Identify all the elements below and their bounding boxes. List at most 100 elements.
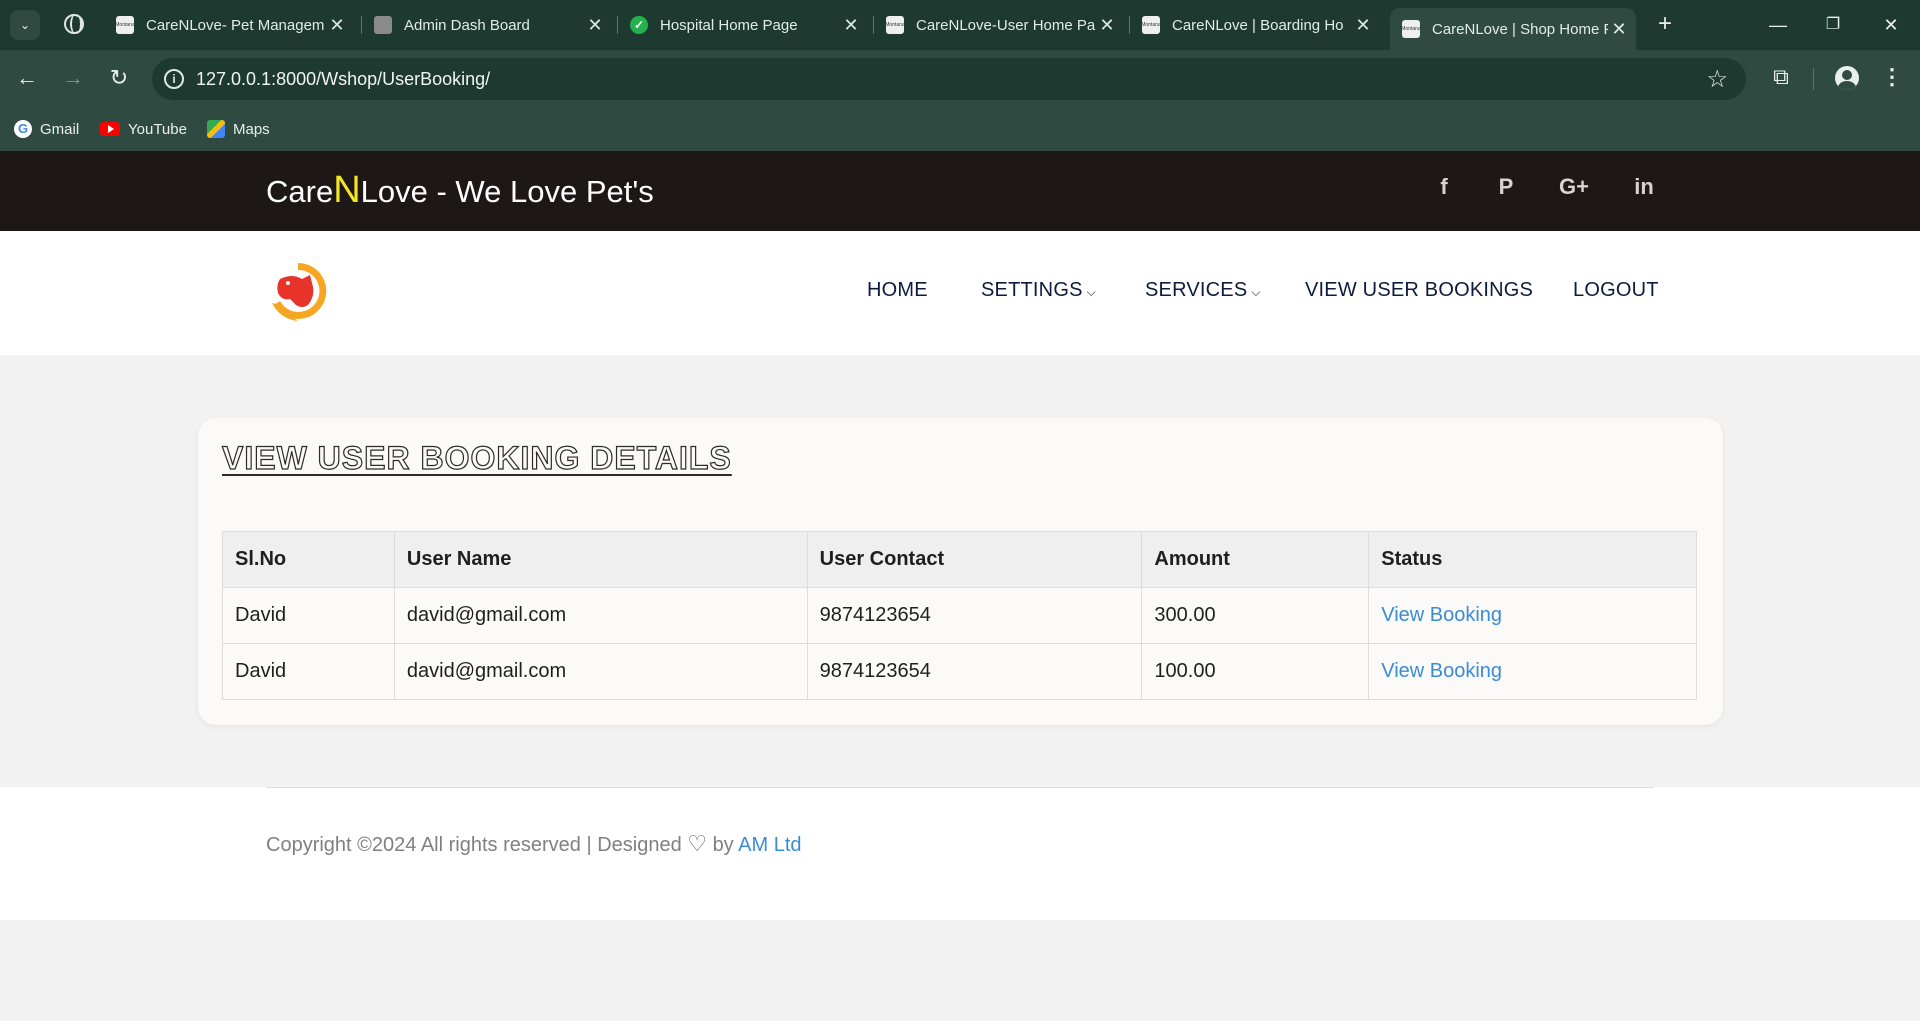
- extensions-puzzle-icon[interactable]: ⧉: [1768, 64, 1794, 94]
- montana-favicon-icon: Montana: [1401, 20, 1421, 38]
- column-header: User Name: [393, 531, 808, 588]
- close-tab-icon[interactable]: ✕: [1096, 15, 1118, 36]
- url-text[interactable]: 127.0.0.1:8000/Wshop/UserBooking/: [196, 69, 490, 90]
- column-header: Sl.No: [222, 531, 395, 588]
- table-row: David david@gmail.com 9874123654 100.00 …: [222, 643, 1697, 700]
- bookmarks-bar: G Gmail YouTube Maps: [0, 108, 1920, 151]
- tab-title: Hospital Home Page: [660, 16, 798, 34]
- close-tab-icon[interactable]: ✕: [326, 15, 348, 36]
- montana-favicon-icon: Montana: [115, 16, 135, 34]
- tab-title: CareNLove | Shop Home P: [1432, 20, 1608, 38]
- column-header: Status: [1368, 531, 1697, 588]
- bookmark-star-icon[interactable]: ☆: [1706, 65, 1728, 94]
- close-tab-icon[interactable]: ✕: [584, 15, 606, 36]
- footer-divider: [266, 787, 1654, 788]
- google-plus-icon[interactable]: G+: [1554, 169, 1594, 205]
- tab-pet-management[interactable]: Montana CareNLove- Pet Managem ✕: [104, 8, 354, 42]
- tab-admin-dash-board[interactable]: Admin Dash Board ✕: [362, 8, 612, 42]
- cell-sl-no: David: [222, 643, 395, 700]
- close-tab-icon[interactable]: ✕: [1352, 15, 1374, 36]
- admin-avatar-favicon-icon: [374, 16, 392, 34]
- check-favicon-icon: ✓: [630, 16, 648, 34]
- cell-sl-no: David: [222, 587, 395, 644]
- cell-user-contact: 9874123654: [806, 643, 1143, 700]
- nav-services[interactable]: SERVICES ⌵: [1145, 279, 1261, 302]
- bookmark-gmail[interactable]: G Gmail: [14, 116, 79, 142]
- table-row: David david@gmail.com 9874123654 300.00 …: [222, 587, 1697, 644]
- restore-icon[interactable]: ❐: [1813, 10, 1853, 40]
- nav-view-user-bookings[interactable]: VIEW USER BOOKINGS: [1305, 279, 1533, 302]
- column-header: Amount: [1141, 531, 1370, 588]
- tab-title: CareNLove-User Home Pa: [916, 16, 1096, 34]
- minimize-icon[interactable]: —: [1758, 10, 1798, 40]
- globe-icon[interactable]: [64, 14, 84, 34]
- browser-toolbar: ← → ↻ i 127.0.0.1:8000/Wshop/UserBooking…: [0, 50, 1920, 108]
- linkedin-icon[interactable]: in: [1624, 169, 1664, 205]
- close-tab-icon[interactable]: ✕: [840, 15, 862, 36]
- company-link[interactable]: AM Ltd: [738, 834, 801, 856]
- tab-title: Admin Dash Board: [404, 16, 530, 34]
- site-top-bar: CareNLove - We Love Pet's f P G+ in: [0, 151, 1920, 231]
- cell-user-name: david@gmail.com: [393, 643, 808, 700]
- nav-home[interactable]: HOME: [867, 279, 928, 302]
- maps-icon: [207, 120, 225, 138]
- bookmark-maps[interactable]: Maps: [207, 116, 270, 142]
- page-title: VIEW USER BOOKING DETAILS: [221, 439, 732, 476]
- booking-details-card: VIEW USER BOOKING DETAILS Sl.No User Nam…: [198, 418, 1723, 725]
- toolbar-divider: [1813, 68, 1814, 90]
- tab-shop-home-active[interactable]: Montana CareNLove | Shop Home P ✕: [1390, 8, 1636, 50]
- bookmark-label: YouTube: [128, 120, 187, 138]
- cell-amount: 100.00: [1141, 643, 1370, 700]
- brand-title: CareNLove - We Love Pet's: [266, 169, 654, 212]
- site-info-icon[interactable]: i: [164, 69, 184, 89]
- chevron-down-icon: ⌵: [1251, 285, 1261, 299]
- forward-arrow-icon[interactable]: →: [58, 64, 88, 94]
- bookings-table: Sl.No User Name User Contact Amount Stat…: [222, 531, 1697, 700]
- brand-n: N: [333, 169, 361, 211]
- montana-favicon-icon: Montana: [1141, 16, 1161, 34]
- site-header: HOME SETTINGS ⌵ SERVICES ⌵ VIEW USER BOOKI…: [0, 231, 1920, 355]
- cell-user-contact: 9874123654: [806, 587, 1143, 644]
- site-footer: Copyright ©2024 All rights reserved | De…: [0, 787, 1920, 920]
- view-booking-link[interactable]: View Booking: [1368, 643, 1697, 700]
- back-arrow-icon[interactable]: ←: [12, 64, 42, 94]
- brand-prefix: Care: [266, 174, 334, 209]
- tab-title: CareNLove- Pet Managem: [146, 16, 325, 34]
- bookmark-youtube[interactable]: YouTube: [100, 116, 187, 142]
- pinterest-icon[interactable]: P: [1486, 169, 1526, 205]
- brand-suffix: Love - We Love Pet's: [360, 174, 654, 209]
- cell-amount: 300.00: [1141, 587, 1370, 644]
- browser-menu-kebab-icon[interactable]: ⋮: [1880, 64, 1904, 94]
- youtube-icon: [100, 122, 120, 136]
- google-icon: G: [14, 120, 32, 138]
- nav-services-label: SERVICES: [1145, 279, 1248, 301]
- cell-user-name: david@gmail.com: [393, 587, 808, 644]
- close-window-icon[interactable]: ✕: [1871, 10, 1911, 40]
- heart-icon: ♡: [687, 831, 707, 856]
- new-tab-button[interactable]: +: [1650, 10, 1680, 40]
- bookmark-label: Gmail: [40, 120, 80, 138]
- profile-avatar-icon[interactable]: [1835, 66, 1859, 90]
- tab-title: CareNLove | Boarding Ho: [1172, 16, 1344, 34]
- tab-user-home-page[interactable]: Montana CareNLove-User Home Pa ✕: [874, 8, 1124, 42]
- tab-search-chevron-icon[interactable]: ⌄: [10, 10, 40, 40]
- nav-settings-label: SETTINGS: [981, 279, 1083, 301]
- close-tab-icon[interactable]: ✕: [1608, 19, 1630, 40]
- carenlove-logo-icon[interactable]: [266, 259, 330, 325]
- by-label: by: [712, 834, 734, 856]
- view-booking-link[interactable]: View Booking: [1368, 587, 1697, 644]
- tab-hospital-home-page[interactable]: ✓ Hospital Home Page ✕: [618, 8, 868, 42]
- reload-icon[interactable]: ↻: [104, 64, 134, 94]
- tab-boarding-home[interactable]: Montana CareNLove | Boarding Ho ✕: [1130, 8, 1380, 42]
- nav-logout[interactable]: LOGOUT: [1573, 279, 1659, 302]
- copyright-text: Copyright ©2024 All rights reserved | De…: [266, 831, 802, 857]
- bookmark-label: Maps: [233, 120, 270, 138]
- address-bar[interactable]: i 127.0.0.1:8000/Wshop/UserBooking/ ☆: [152, 58, 1746, 100]
- montana-favicon-icon: Montana: [885, 16, 905, 34]
- browser-tab-strip: ⌄ Montana CareNLove- Pet Managem ✕ Admin…: [0, 0, 1920, 50]
- chevron-down-icon: ⌵: [1086, 285, 1096, 299]
- table-header-row: Sl.No User Name User Contact Amount Stat…: [222, 531, 1697, 588]
- facebook-icon[interactable]: f: [1424, 169, 1464, 205]
- copyright-label: Copyright ©2024 All rights reserved | De…: [266, 834, 682, 856]
- nav-settings[interactable]: SETTINGS ⌵: [981, 279, 1096, 302]
